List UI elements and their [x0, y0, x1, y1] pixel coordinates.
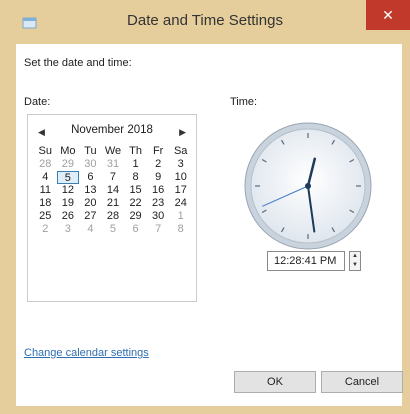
- date-time-settings-window: Date and Time Settings ✕ Set the date an…: [0, 0, 410, 414]
- weekday-header: Mo: [60, 145, 76, 157]
- analog-clock: [244, 122, 372, 250]
- calendar-day[interactable]: 19: [57, 197, 80, 210]
- calendar-day[interactable]: 29: [124, 210, 147, 223]
- window-title: Date and Time Settings: [127, 12, 283, 29]
- calendar-day[interactable]: 28: [34, 158, 57, 171]
- ok-button[interactable]: OK: [234, 371, 316, 393]
- calendar-day[interactable]: 24: [169, 197, 192, 210]
- calendar-day[interactable]: 4: [79, 223, 102, 236]
- calendar-day[interactable]: 13: [79, 184, 102, 197]
- calendar-day[interactable]: 16: [147, 184, 170, 197]
- spin-down-icon[interactable]: ▼: [350, 261, 360, 270]
- weekday-header: We: [104, 145, 122, 157]
- calendar-day[interactable]: 14: [102, 184, 125, 197]
- calendar-day[interactable]: 28: [102, 210, 125, 223]
- change-calendar-settings-link[interactable]: Change calendar settings: [24, 347, 149, 359]
- calendar-day[interactable]: 30: [147, 210, 170, 223]
- weekday-header: Th: [129, 145, 142, 157]
- calendar-day[interactable]: 6: [124, 223, 147, 236]
- calendar-day[interactable]: 8: [169, 223, 192, 236]
- clock-center: [305, 183, 311, 189]
- calendar-day[interactable]: 10: [169, 171, 192, 184]
- weekday-header: Tu: [84, 145, 97, 157]
- calendar-day[interactable]: 30: [79, 158, 102, 171]
- weekday-header: Sa: [173, 145, 188, 157]
- calendar-day[interactable]: 26: [57, 210, 80, 223]
- calendar-month-title[interactable]: November 2018: [28, 124, 196, 136]
- title-bar[interactable]: Date and Time Settings ✕: [0, 0, 410, 44]
- calendar-day[interactable]: 11: [34, 184, 57, 197]
- calendar-day[interactable]: 3: [169, 158, 192, 171]
- spin-up-icon[interactable]: ▲: [350, 252, 360, 261]
- calendar-day[interactable]: 1: [169, 210, 192, 223]
- calendar-day[interactable]: 2: [34, 223, 57, 236]
- calendar-day[interactable]: 22: [124, 197, 147, 210]
- date-label: Date:: [24, 96, 51, 108]
- weekday-header: Fr: [152, 145, 164, 157]
- calendar-day[interactable]: 27: [79, 210, 102, 223]
- calendar-day[interactable]: 18: [34, 197, 57, 210]
- close-button[interactable]: ✕: [366, 0, 410, 30]
- calendar-day[interactable]: 5: [102, 223, 125, 236]
- calendar-day[interactable]: 20: [79, 197, 102, 210]
- calendar-day[interactable]: 21: [102, 197, 125, 210]
- calendar-day[interactable]: 23: [147, 197, 170, 210]
- calendar[interactable]: ◀ November 2018 ▶ Su Mo Tu We Th Fr Sa 28 29 30 31…: [27, 114, 197, 302]
- time-input[interactable]: 12:28:41 PM: [267, 251, 345, 271]
- calendar-day[interactable]: 6: [79, 171, 102, 184]
- calendar-day[interactable]: 2: [147, 158, 170, 171]
- time-label: Time:: [230, 96, 258, 108]
- calendar-day[interactable]: 1: [124, 158, 147, 171]
- calendar-day[interactable]: 29: [57, 158, 80, 171]
- calendar-day[interactable]: 25: [34, 210, 57, 223]
- next-month-icon[interactable]: ▶: [179, 127, 186, 138]
- dialog-client-area: Set the date and time: Date: Time: ◀ Nov…: [16, 44, 403, 406]
- calendar-day[interactable]: 9: [147, 171, 170, 184]
- calendar-day[interactable]: 3: [57, 223, 80, 236]
- cancel-button[interactable]: Cancel: [321, 371, 403, 393]
- calendar-day[interactable]: 31: [102, 158, 125, 171]
- close-icon: ✕: [382, 7, 394, 23]
- calendar-day[interactable]: 7: [102, 171, 125, 184]
- calendar-grid: Su Mo Tu We Th Fr Sa 28 29 30 31 1 2 3 4 5 6 7 8 9 10 11 12 13 1…: [34, 145, 192, 236]
- calendar-day[interactable]: 12: [57, 184, 80, 197]
- calendar-day[interactable]: 17: [169, 184, 192, 197]
- dialog-heading: Set the date and time:: [24, 57, 132, 69]
- time-spinner[interactable]: ▲ ▼: [349, 251, 361, 271]
- calendar-day[interactable]: 7: [147, 223, 170, 236]
- calendar-day-selected[interactable]: 5: [56, 171, 80, 184]
- calendar-day[interactable]: 4: [34, 171, 57, 184]
- calendar-day[interactable]: 15: [124, 184, 147, 197]
- calendar-day[interactable]: 8: [124, 171, 147, 184]
- weekday-header: Su: [38, 145, 53, 157]
